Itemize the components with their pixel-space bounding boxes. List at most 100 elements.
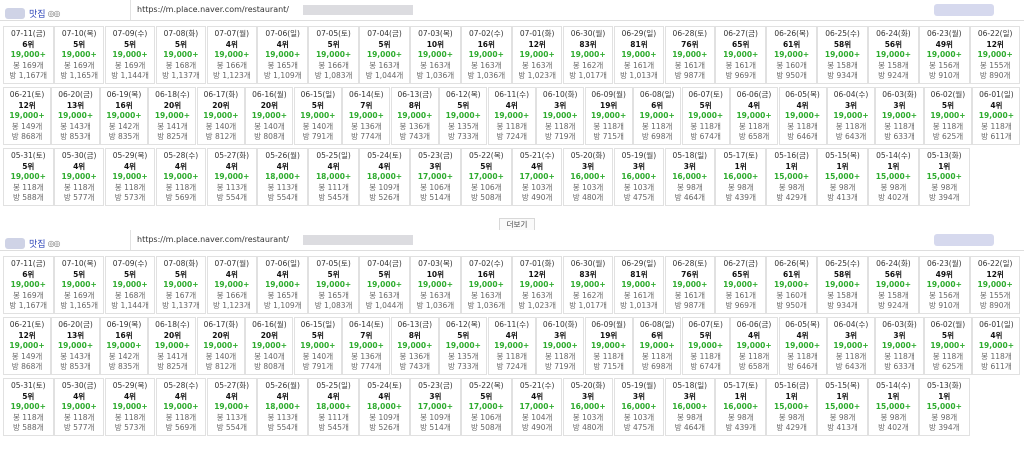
cell-points: 19,000+ <box>366 280 403 289</box>
cell-blogs: 방 588개 <box>13 193 44 202</box>
cell-reviews: 봉 118개 <box>932 351 964 361</box>
cell-blogs: 방 969개 <box>725 71 756 80</box>
keyword-settings-icon[interactable]: ◎◎ <box>48 239 61 248</box>
cell-date: 07-03(목) <box>418 29 453 38</box>
keyword-settings-icon[interactable]: ◎◎ <box>48 9 61 18</box>
place-url[interactable]: https://m.place.naver.com/restaurant/ <box>137 5 289 14</box>
cell-rank: 4위 <box>990 100 1003 110</box>
cell-points: 19,000+ <box>833 111 869 120</box>
cell-blogs: 방 698개 <box>641 132 673 141</box>
cell-blogs: 방 490개 <box>521 423 553 432</box>
rank-cell: 06-30(월) 83위 19,000+ 봉 162개 방 1,017개 <box>562 256 614 314</box>
cell-date: 06-10(화) <box>542 90 578 99</box>
rank-grid: 07-11(금) 6위 19,000+ 봉 169개 방 1,167개 07-10(목) 5… <box>3 256 1021 439</box>
rank-cell: 05-25(일) 4위 18,000+ 봉 111개 방 545개 <box>308 148 359 206</box>
cell-points: 19,000+ <box>881 341 918 350</box>
cell-blogs: 방 835개 <box>108 132 140 141</box>
cell-blogs: 방 480개 <box>572 193 604 202</box>
rank-cell: 06-10(화) 3위 19,000+ 봉 118개 방 719개 <box>536 317 585 375</box>
cell-reviews: 봉 104개 <box>521 412 553 422</box>
cell-points: 19,000+ <box>203 341 239 350</box>
cell-reviews: 봉 113개 <box>267 412 298 422</box>
cell-date: 05-13(화) <box>927 151 962 160</box>
rank-cell: 05-21(수) 4위 17,000+ 봉 103개 방 490개 <box>511 148 563 206</box>
cell-reviews: 봉 168개 <box>114 290 146 300</box>
cell-blogs: 방 733개 <box>448 132 479 141</box>
cell-points: 19,000+ <box>621 50 657 59</box>
keyword-area: 맛집 ◎◎ <box>0 3 130 20</box>
cell-reviews: 봉 163개 <box>471 60 502 70</box>
rank-cell: 06-16(월) 20위 19,000+ 봉 140개 방 808개 <box>245 87 294 145</box>
rank-cell: 06-28(토) 76위 19,000+ 봉 161개 방 987개 <box>664 26 716 84</box>
keyword-label[interactable]: 맛집 <box>29 240 46 250</box>
keyword-label[interactable]: 맛집 <box>29 10 46 20</box>
cell-blogs: 방 950개 <box>776 71 807 80</box>
cell-blogs: 방 490개 <box>521 193 553 202</box>
url-box[interactable]: https://m.place.naver.com/restaurant/ <box>130 230 1011 250</box>
cell-reviews: 봉 135개 <box>448 121 479 131</box>
cell-reviews: 봉 103개 <box>623 412 655 422</box>
cell-reviews: 봉 98개 <box>829 412 856 422</box>
cell-points: 19,000+ <box>672 50 708 59</box>
rank-cell: 06-19(목) 16위 19,000+ 봉 142개 방 835개 <box>99 317 149 375</box>
cell-blogs: 방 554개 <box>216 423 248 432</box>
url-box[interactable]: https://m.place.naver.com/restaurant/ <box>130 0 1011 20</box>
cell-rank: 16위 <box>477 269 495 279</box>
cell-blogs: 방 924개 <box>878 71 909 80</box>
cell-rank: 8위 <box>408 100 421 110</box>
cell-points: 19,000+ <box>315 50 352 59</box>
rank-cell: 06-11(수) 4위 19,000+ 봉 118개 방 724개 <box>487 87 536 145</box>
cell-date: 06-27(금) <box>723 259 758 268</box>
cell-date: 07-11(금) <box>10 259 46 268</box>
cell-reviews: 봉 98개 <box>676 182 703 192</box>
cell-rank: 20위 <box>260 330 279 340</box>
cell-points: 18,000+ <box>366 402 403 411</box>
cell-reviews: 봉 140개 <box>302 351 334 361</box>
panel-header: 맛집 ◎◎ https://m.place.naver.com/restauran… <box>0 0 1024 21</box>
rank-cell: 06-25(수) 58위 19,000+ 봉 158개 방 934개 <box>817 256 868 314</box>
rank-cell: 05-13(화) 1위 15,000+ 봉 98개 방 394개 <box>919 148 970 206</box>
cell-date: 06-06(금) <box>736 320 772 329</box>
cell-reviews: 봉 169개 <box>63 60 95 70</box>
cell-blogs: 방 890개 <box>979 71 1011 80</box>
rank-cell: 07-11(금) 6위 19,000+ 봉 169개 방 1,167개 <box>3 26 54 84</box>
cell-reviews: 봉 158개 <box>878 290 909 300</box>
cell-points: 19,000+ <box>445 341 481 350</box>
rank-cell: 07-10(목) 5위 19,000+ 봉 169개 방 1,165개 <box>53 256 105 314</box>
cell-reviews: 봉 135개 <box>448 351 479 361</box>
rank-panel: 맛집 ◎◎ https://m.place.naver.com/restauran… <box>0 230 1024 460</box>
rank-row: 07-11(금) 6위 19,000+ 봉 169개 방 1,167개 07-10(목) 5… <box>3 26 1021 84</box>
cell-reviews: 봉 118개 <box>13 182 44 192</box>
cell-rank: 3위 <box>893 330 906 340</box>
cell-date: 06-30(월) <box>570 29 606 38</box>
more-button[interactable]: 더보기 <box>499 218 535 230</box>
cell-date: 05-25(일) <box>316 151 351 160</box>
cell-rank: 5위 <box>311 100 324 110</box>
cell-date: 05-21(수) <box>519 381 555 390</box>
cell-date: 05-19(월) <box>621 381 657 390</box>
cell-reviews: 봉 156개 <box>929 290 960 300</box>
cell-rank: 5위 <box>174 39 187 49</box>
cell-points: 19,000+ <box>978 341 1015 350</box>
rank-cell: 06-02(월) 5위 19,000+ 봉 118개 방 625개 <box>923 87 972 145</box>
rank-cell: 05-18(일) 3위 16,000+ 봉 98개 방 464개 <box>664 378 716 436</box>
place-url[interactable]: https://m.place.naver.com/restaurant/ <box>137 235 289 244</box>
rank-cell: 05-23(금) 3위 17,000+ 봉 109개 방 514개 <box>410 378 461 436</box>
cell-points: 15,000+ <box>926 402 962 411</box>
cell-blogs: 방 1,013개 <box>620 301 658 310</box>
cell-blogs: 방 429개 <box>776 193 807 202</box>
cell-rank: 13위 <box>66 100 85 110</box>
cell-reviews: 봉 169개 <box>13 60 44 70</box>
cell-points: 19,000+ <box>214 402 250 411</box>
cell-blogs: 방 413개 <box>827 193 858 202</box>
cell-rank: 1위 <box>887 161 900 171</box>
cell-points: 19,000+ <box>542 341 578 350</box>
cell-points: 17,000+ <box>519 402 555 411</box>
rank-cell: 05-16(금) 1위 15,000+ 봉 98개 방 429개 <box>766 378 817 436</box>
cell-date: 07-02(수) <box>468 259 504 268</box>
cell-blogs: 방 924개 <box>878 301 909 310</box>
cell-points: 19,000+ <box>112 402 148 411</box>
cell-date: 06-23(월) <box>927 29 962 38</box>
cell-blogs: 방 573개 <box>114 193 146 202</box>
cell-date: 06-25(수) <box>825 259 860 268</box>
